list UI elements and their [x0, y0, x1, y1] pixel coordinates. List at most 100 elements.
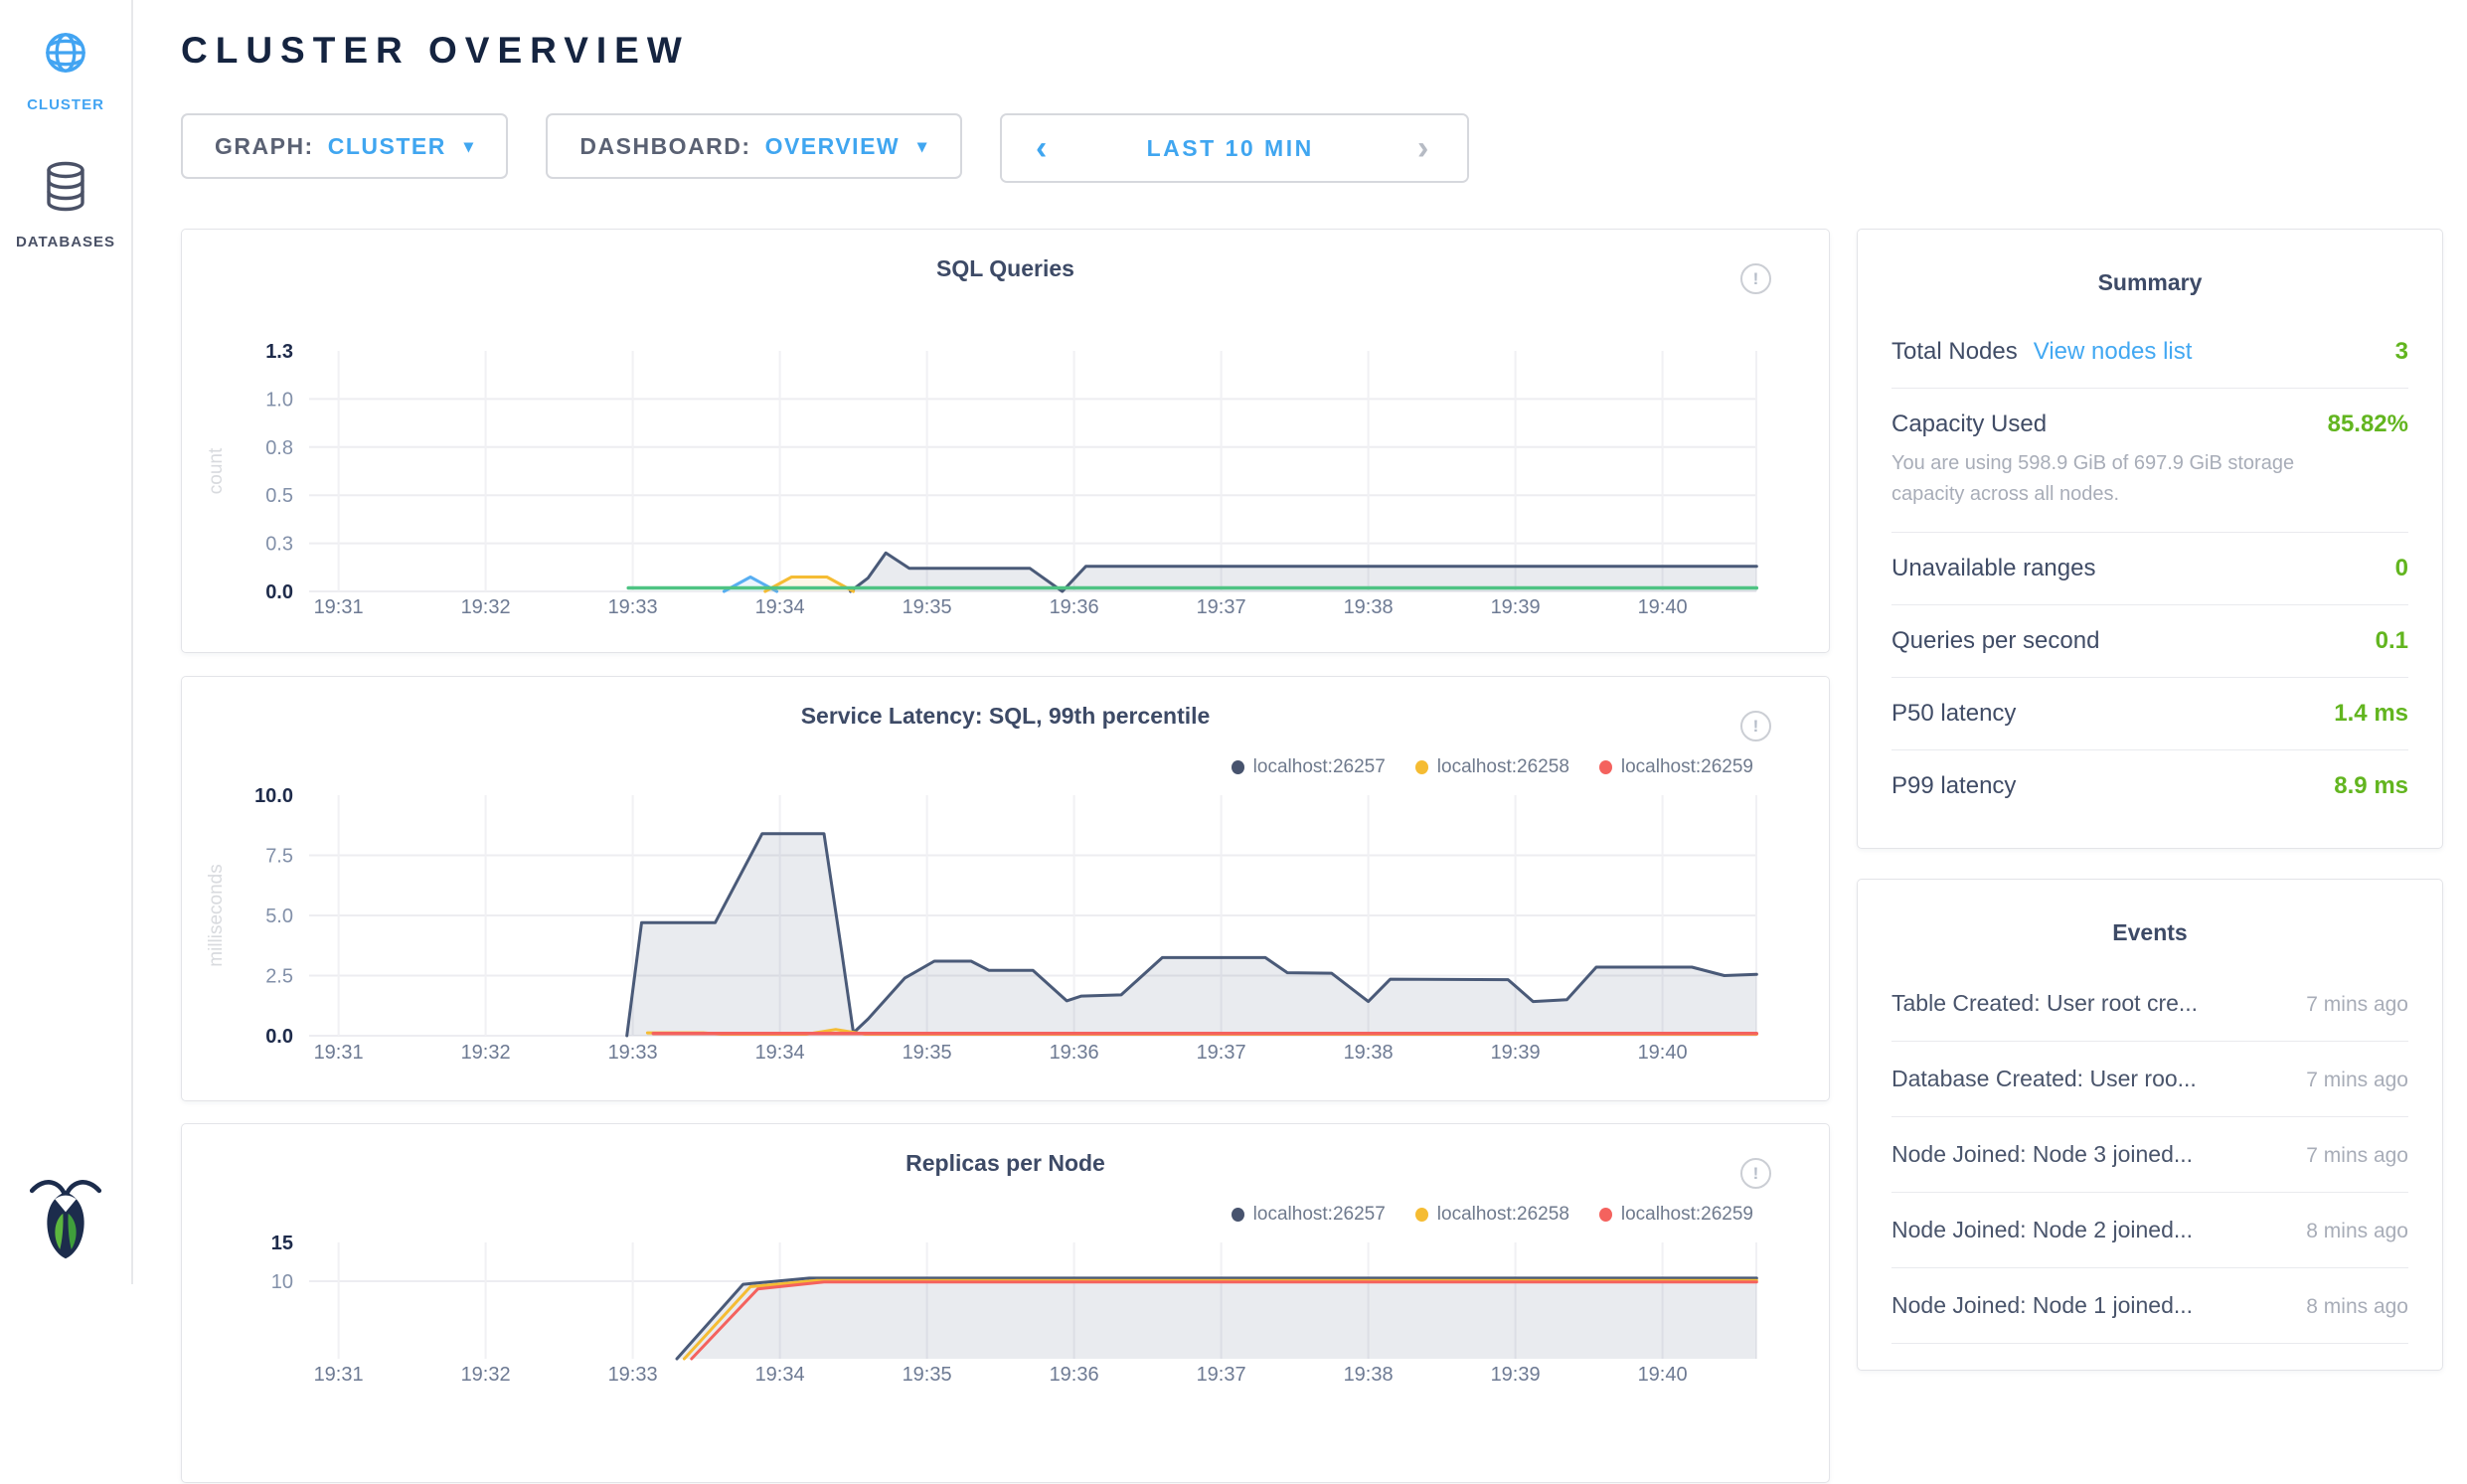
y-tick-label: 5.0 — [265, 906, 293, 927]
summary-row-value: 3 — [2395, 338, 2408, 366]
summary-row: Queries per second 0.1 — [1891, 604, 2408, 677]
main-content: CLUSTER OVERVIEW GRAPH: CLUSTER ▾ DASHBO… — [133, 0, 2467, 1284]
event-row: Database Created: User roo... 7 mins ago — [1891, 1042, 2408, 1117]
y-axis-unit-label: milliseconds — [206, 864, 227, 966]
chart-card-sql-queries: SQL Queries ! 1.31.00.80.50.30.019:3119:… — [181, 229, 1830, 653]
x-tick-label: 19:38 — [1344, 1364, 1394, 1386]
chart-card-service-latency: Service Latency: SQL, 99th percentile ! … — [181, 676, 1830, 1101]
summary-row-line: Queries per second 0.1 — [1891, 627, 2408, 655]
event-timestamp: 7 mins ago — [2306, 1144, 2408, 1168]
x-tick-label: 19:37 — [1197, 1364, 1246, 1386]
chevron-down-icon: ▾ — [917, 137, 928, 155]
event-text: Node Joined: Node 2 joined... — [1891, 1217, 2193, 1243]
sidebar-item-label: CLUSTER — [27, 96, 104, 113]
summary-row-line: Capacity Used85.82% — [1891, 411, 2408, 438]
event-text: Table Created: User root cre... — [1891, 990, 2198, 1017]
summary-row-value: 1.4 ms — [2334, 700, 2408, 728]
summary-row-label: Capacity Used — [1891, 411, 2047, 438]
graph-dropdown-label: GRAPH: — [215, 133, 314, 160]
chart-canvas[interactable]: 10.07.55.02.50.019:3119:3219:3319:3419:3… — [182, 677, 1831, 1102]
graph-dropdown-value: CLUSTER — [328, 133, 446, 160]
event-rows: Table Created: User root cre... 7 mins ag… — [1891, 966, 2408, 1344]
right-column: Summary Total Nodes View nodes list 3 Capac… — [1857, 229, 2443, 1483]
time-range-value[interactable]: LAST 10 MIN — [1081, 115, 1380, 181]
x-tick-label: 19:37 — [1197, 1042, 1246, 1064]
x-tick-label: 19:34 — [755, 1042, 805, 1064]
series-area-localhost:26257 — [677, 1278, 1756, 1359]
x-tick-label: 19:33 — [608, 1042, 658, 1064]
y-tick-label: 0.0 — [265, 1026, 293, 1048]
y-tick-label: 2.5 — [265, 966, 293, 988]
event-text: Node Joined: Node 1 joined... — [1891, 1292, 2193, 1319]
summary-row-label: Queries per second — [1891, 627, 2099, 655]
summary-title: Summary — [1891, 269, 2408, 296]
x-tick-label: 19:40 — [1638, 1364, 1688, 1386]
summary-row: Unavailable ranges 0 — [1891, 532, 2408, 604]
event-text: Node Joined: Node 3 joined... — [1891, 1141, 2193, 1168]
summary-row-value: 0 — [2395, 555, 2408, 582]
x-tick-label: 19:40 — [1638, 1042, 1688, 1064]
series-area-localhost:26257 — [627, 834, 1757, 1036]
event-text: Database Created: User roo... — [1891, 1066, 2197, 1092]
event-timestamp: 8 mins ago — [2306, 1295, 2408, 1319]
x-tick-label: 19:35 — [903, 1042, 952, 1064]
x-tick-label: 19:31 — [314, 1364, 364, 1386]
x-tick-label: 19:33 — [608, 1364, 658, 1386]
y-tick-label: 1.3 — [265, 341, 293, 363]
x-tick-label: 19:32 — [461, 1042, 511, 1064]
globe-icon — [39, 26, 92, 84]
cockroachdb-logo[interactable] — [27, 1174, 104, 1264]
summary-row: Total Nodes View nodes list 3 — [1891, 316, 2408, 388]
y-tick-label: 0.8 — [265, 437, 293, 459]
page-title: CLUSTER OVERVIEW — [181, 30, 690, 72]
event-row: Table Created: User root cre...7 mins ag… — [1891, 966, 2408, 1042]
x-tick-label: 19:33 — [608, 596, 658, 618]
event-timestamp: 7 mins ago — [2306, 1069, 2408, 1092]
events-panel: Events Table Created: User root cre...7 … — [1857, 879, 2443, 1371]
y-tick-label: 0.0 — [265, 581, 293, 603]
x-tick-label: 19:34 — [755, 1364, 805, 1386]
summary-row-value: 0.1 — [2376, 627, 2408, 655]
time-range-prev-button[interactable]: ‹ — [1002, 115, 1081, 181]
sidebar-item-databases[interactable]: DATABASES — [16, 159, 115, 250]
graph-dropdown[interactable]: GRAPH: CLUSTER ▾ — [181, 113, 508, 179]
x-tick-label: 19:38 — [1344, 596, 1394, 618]
series-area-navy — [851, 553, 1757, 591]
event-timestamp: 8 mins ago — [2306, 1220, 2408, 1243]
summary-row: P50 latency1.4 ms — [1891, 677, 2408, 749]
x-tick-label: 19:37 — [1197, 596, 1246, 618]
x-tick-label: 19:35 — [903, 1364, 952, 1386]
chevron-down-icon: ▾ — [464, 137, 475, 155]
summary-row-label: Unavailable ranges — [1891, 555, 2095, 582]
x-tick-label: 19:39 — [1491, 596, 1541, 618]
charts-column: SQL Queries ! 1.31.00.80.50.30.019:3119:… — [181, 229, 1830, 1483]
time-range-next-button[interactable]: › — [1380, 115, 1467, 181]
sidebar-item-cluster[interactable]: CLUSTER — [27, 26, 104, 113]
chart-canvas[interactable]: 1.31.00.80.50.30.019:3119:3219:3319:3419… — [182, 230, 1831, 654]
y-tick-label: 1.0 — [265, 389, 293, 411]
x-tick-label: 19:38 — [1344, 1042, 1394, 1064]
y-tick-label: 0.3 — [265, 534, 293, 556]
dashboard-dropdown-value: OVERVIEW — [765, 133, 901, 160]
summary-rows: Total Nodes View nodes list 3 Capacity Used… — [1891, 316, 2408, 822]
chart-canvas[interactable]: 151019:3119:3219:3319:3419:3519:3619:371… — [182, 1124, 1831, 1484]
y-tick-label: 10 — [271, 1271, 293, 1293]
dashboard-dropdown[interactable]: DASHBOARD: OVERVIEW ▾ — [546, 113, 961, 179]
sidebar-item-label: DATABASES — [16, 234, 115, 250]
summary-panel: Summary Total Nodes View nodes list 3 Capac… — [1857, 229, 2443, 849]
controls-bar: GRAPH: CLUSTER ▾ DASHBOARD: OVERVIEW ▾ ‹… — [181, 113, 1469, 183]
x-tick-label: 19:39 — [1491, 1042, 1541, 1064]
summary-row-line: Total Nodes View nodes list 3 — [1891, 338, 2408, 366]
summary-row-label: Total Nodes — [1891, 338, 2018, 366]
view-nodes-link[interactable]: View nodes list — [2034, 338, 2193, 366]
x-tick-label: 19:31 — [314, 1042, 364, 1064]
summary-row-value: 8.9 ms — [2334, 772, 2408, 800]
x-tick-label: 19:39 — [1491, 1364, 1541, 1386]
x-tick-label: 19:35 — [903, 596, 952, 618]
dashboard-content: SQL Queries ! 1.31.00.80.50.30.019:3119:… — [181, 229, 2443, 1483]
event-row: Node Joined: Node 2 joined... 8 mins ago — [1891, 1193, 2408, 1268]
y-tick-label: 7.5 — [265, 846, 293, 868]
sidebar: CLUSTER DATABASES — [0, 0, 133, 1284]
x-tick-label: 19:40 — [1638, 596, 1688, 618]
summary-row: Capacity Used85.82%You are using 598.9 G… — [1891, 388, 2408, 532]
